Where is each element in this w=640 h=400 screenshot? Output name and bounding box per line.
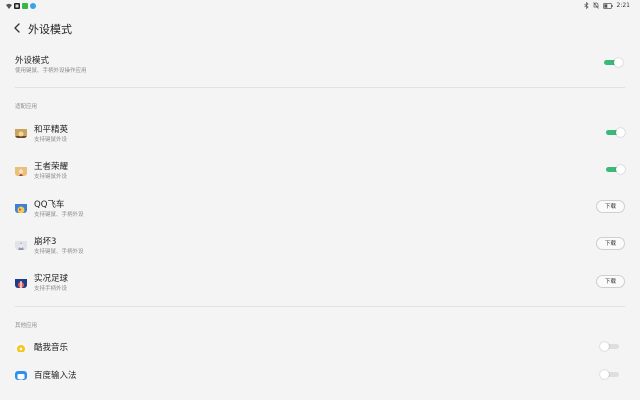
peripheral-mode-subtitle: 使用键鼠、手柄外设操作应用 <box>15 68 87 74</box>
app-name: 实况足球 <box>34 274 69 284</box>
app-support-text: 支持键鼠、手柄外设 <box>34 249 84 255</box>
battery-icon <box>602 2 613 9</box>
app-toggle[interactable] <box>600 368 620 380</box>
back-arrow-icon <box>14 23 20 33</box>
game-honor-of-kings-icon <box>15 164 27 176</box>
peripheral-mode-toggle[interactable] <box>603 56 623 68</box>
peripheral-mode-title: 外设模式 <box>15 56 50 66</box>
game-pes-icon <box>15 276 27 288</box>
clock: 2:21 <box>616 2 630 9</box>
divider <box>15 306 625 307</box>
app-name: 崩坏3 <box>34 237 57 247</box>
back-button[interactable] <box>10 20 24 36</box>
baidu-input-icon <box>15 368 27 380</box>
app-toggle[interactable] <box>605 163 625 175</box>
section-label-supported: 适配应用 <box>15 104 38 110</box>
kuwo-music-icon <box>15 340 27 352</box>
game-honkai-impact-icon <box>15 238 27 250</box>
app-name: 酷我音乐 <box>34 343 69 353</box>
app-name: 和平精英 <box>34 125 69 135</box>
download-button[interactable]: 下载 <box>596 275 625 288</box>
app-row-kuwo[interactable]: 酷我音乐 <box>0 336 640 356</box>
game-peace-elite-icon <box>15 126 27 138</box>
page-header: 外设模式 <box>0 14 640 44</box>
app-name: 王者荣耀 <box>34 162 69 172</box>
download-button[interactable]: 下载 <box>596 237 625 250</box>
app-support-text: 支持键鼠外设 <box>34 174 68 180</box>
settings-page: 2:21 外设模式 外设模式 使用键鼠、手柄外设操作应用 适配应用 和平精英 支… <box>0 0 640 400</box>
section-label-other: 其他应用 <box>15 323 38 329</box>
divider <box>15 87 625 88</box>
app-notification-icon <box>14 3 20 9</box>
peripheral-mode-row[interactable]: 外设模式 使用键鼠、手柄外设操作应用 <box>0 50 640 82</box>
app-notification-icon <box>22 3 28 9</box>
app-row-wangzhe[interactable]: 王者荣耀 支持键鼠外设 <box>0 156 640 186</box>
wifi-icon <box>6 3 12 9</box>
mute-icon <box>592 2 599 9</box>
app-support-text: 支持键鼠、手柄外设 <box>34 212 84 218</box>
status-bar: 2:21 <box>0 0 640 12</box>
app-support-text: 支持键鼠外设 <box>34 137 68 143</box>
app-row-honkai3[interactable]: 崩坏3 支持键鼠、手柄外设 下载 <box>0 230 640 260</box>
app-toggle[interactable] <box>600 340 620 352</box>
app-row-qq-speed[interactable]: QQ飞车 支持键鼠、手柄外设 下载 <box>0 193 640 223</box>
app-row-pes[interactable]: 实况足球 支持手柄外设 下载 <box>0 268 640 298</box>
bluetooth-icon <box>583 2 589 9</box>
app-name: 百度输入法 <box>34 371 77 381</box>
app-notification-icon <box>30 3 36 9</box>
app-support-text: 支持手柄外设 <box>34 286 68 292</box>
app-row-baidu-ime[interactable]: 百度输入法 <box>0 364 640 384</box>
game-qq-speed-icon <box>15 201 27 213</box>
app-row-heping[interactable]: 和平精英 支持键鼠外设 <box>0 118 640 148</box>
page-title: 外设模式 <box>28 23 72 36</box>
download-button[interactable]: 下载 <box>596 200 625 213</box>
app-name: QQ飞车 <box>34 200 65 210</box>
app-toggle[interactable] <box>605 126 625 138</box>
